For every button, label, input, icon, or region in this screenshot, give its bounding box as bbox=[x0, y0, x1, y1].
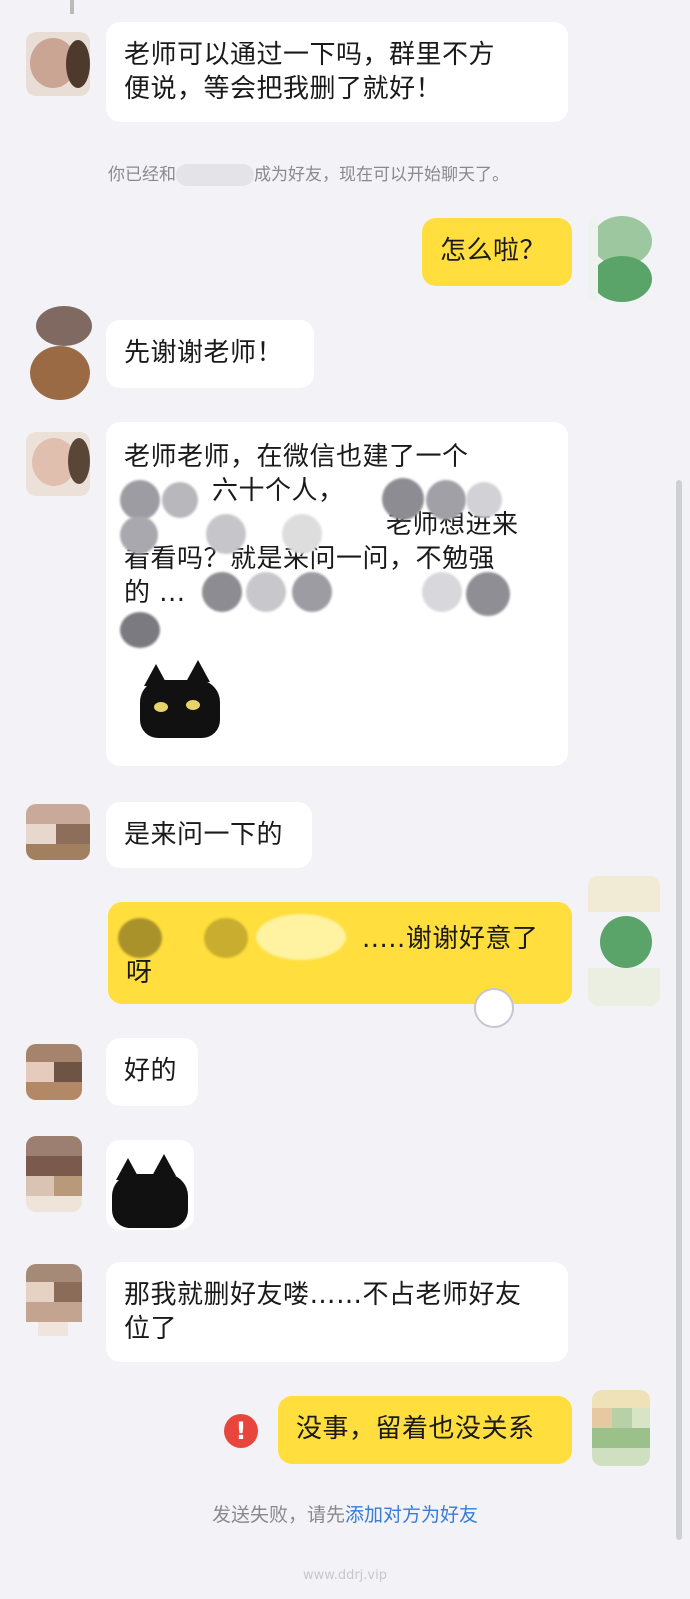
message-bubble-sent[interactable]: 没事，留着也没关系 bbox=[278, 1396, 572, 1464]
avatar[interactable] bbox=[26, 1044, 82, 1100]
message-bubble-sent[interactable]: .....谢谢好意了 呀 bbox=[108, 902, 572, 1004]
watermark: www.ddrj.vip bbox=[303, 1568, 387, 1583]
message-bubble[interactable]: 先谢谢老师！ bbox=[106, 320, 314, 388]
sticker-black-cat-wink[interactable] bbox=[106, 1140, 194, 1230]
message-text: 老师老师，在微信也建了一个 bbox=[124, 442, 469, 472]
add-friend-link[interactable]: 添加对方为好友 bbox=[345, 1504, 478, 1526]
message-text: 六十个人， bbox=[212, 476, 345, 506]
message-text: 呀 bbox=[126, 958, 153, 988]
my-avatar[interactable] bbox=[588, 876, 660, 1006]
message-text: 先谢谢老师！ bbox=[124, 338, 284, 368]
top-marker bbox=[70, 0, 74, 14]
message-bubble[interactable]: 老师老师，在微信也建了一个 六十个人， 老师想进来 看看吗？就是来问一问，不勉强… bbox=[106, 422, 568, 766]
message-text: 便说，等会把我删了就好！ bbox=[124, 74, 443, 104]
avatar[interactable] bbox=[26, 1136, 82, 1212]
redacted-name bbox=[176, 164, 254, 186]
message-text: 位了 bbox=[124, 1314, 178, 1344]
message-text: .....谢谢好意了 bbox=[362, 924, 539, 954]
avatar[interactable] bbox=[26, 804, 90, 860]
my-avatar[interactable] bbox=[588, 216, 660, 302]
system-text: 发送失败，请先 bbox=[211, 1504, 345, 1526]
message-bubble[interactable]: 那我就删好友喽……不占老师好友 位了 bbox=[106, 1262, 568, 1362]
message-bubble[interactable]: 老师可以通过一下吗，群里不方 便说，等会把我删了就好！ bbox=[106, 22, 568, 122]
avatar[interactable] bbox=[26, 32, 90, 96]
message-text: 那我就删好友喽……不占老师好友 bbox=[124, 1280, 522, 1310]
message-text: 好的 bbox=[124, 1056, 178, 1086]
sticker-black-cat[interactable] bbox=[128, 658, 224, 742]
message-text: 怎么啦？ bbox=[440, 236, 547, 266]
send-failed-icon[interactable]: ! bbox=[224, 1414, 258, 1448]
message-bubble[interactable]: 是来问一下的 bbox=[106, 802, 312, 868]
message-text: 没事，留着也没关系 bbox=[296, 1414, 535, 1444]
message-bubble[interactable]: 好的 bbox=[106, 1038, 198, 1106]
message-text: 老师可以通过一下吗，群里不方 bbox=[124, 40, 496, 70]
message-text: 是来问一下的 bbox=[124, 820, 284, 850]
system-text: 你已经和 bbox=[108, 165, 176, 185]
avatar[interactable] bbox=[26, 432, 90, 496]
system-notice-added-friend: 你已经和 成为好友，现在可以开始聊天了。 bbox=[108, 160, 509, 186]
touch-indicator bbox=[474, 988, 514, 1028]
system-notice-send-failed: 发送失败，请先添加对方为好友 bbox=[0, 1500, 690, 1527]
message-text: 的 ... bbox=[124, 578, 186, 608]
avatar[interactable] bbox=[26, 1264, 82, 1336]
my-avatar[interactable] bbox=[592, 1390, 650, 1466]
message-bubble-sent[interactable]: 怎么啦？ bbox=[422, 218, 572, 286]
system-text: 成为好友，现在可以开始聊天了。 bbox=[254, 165, 509, 185]
avatar[interactable] bbox=[26, 306, 96, 406]
scrollbar[interactable] bbox=[676, 480, 682, 1540]
